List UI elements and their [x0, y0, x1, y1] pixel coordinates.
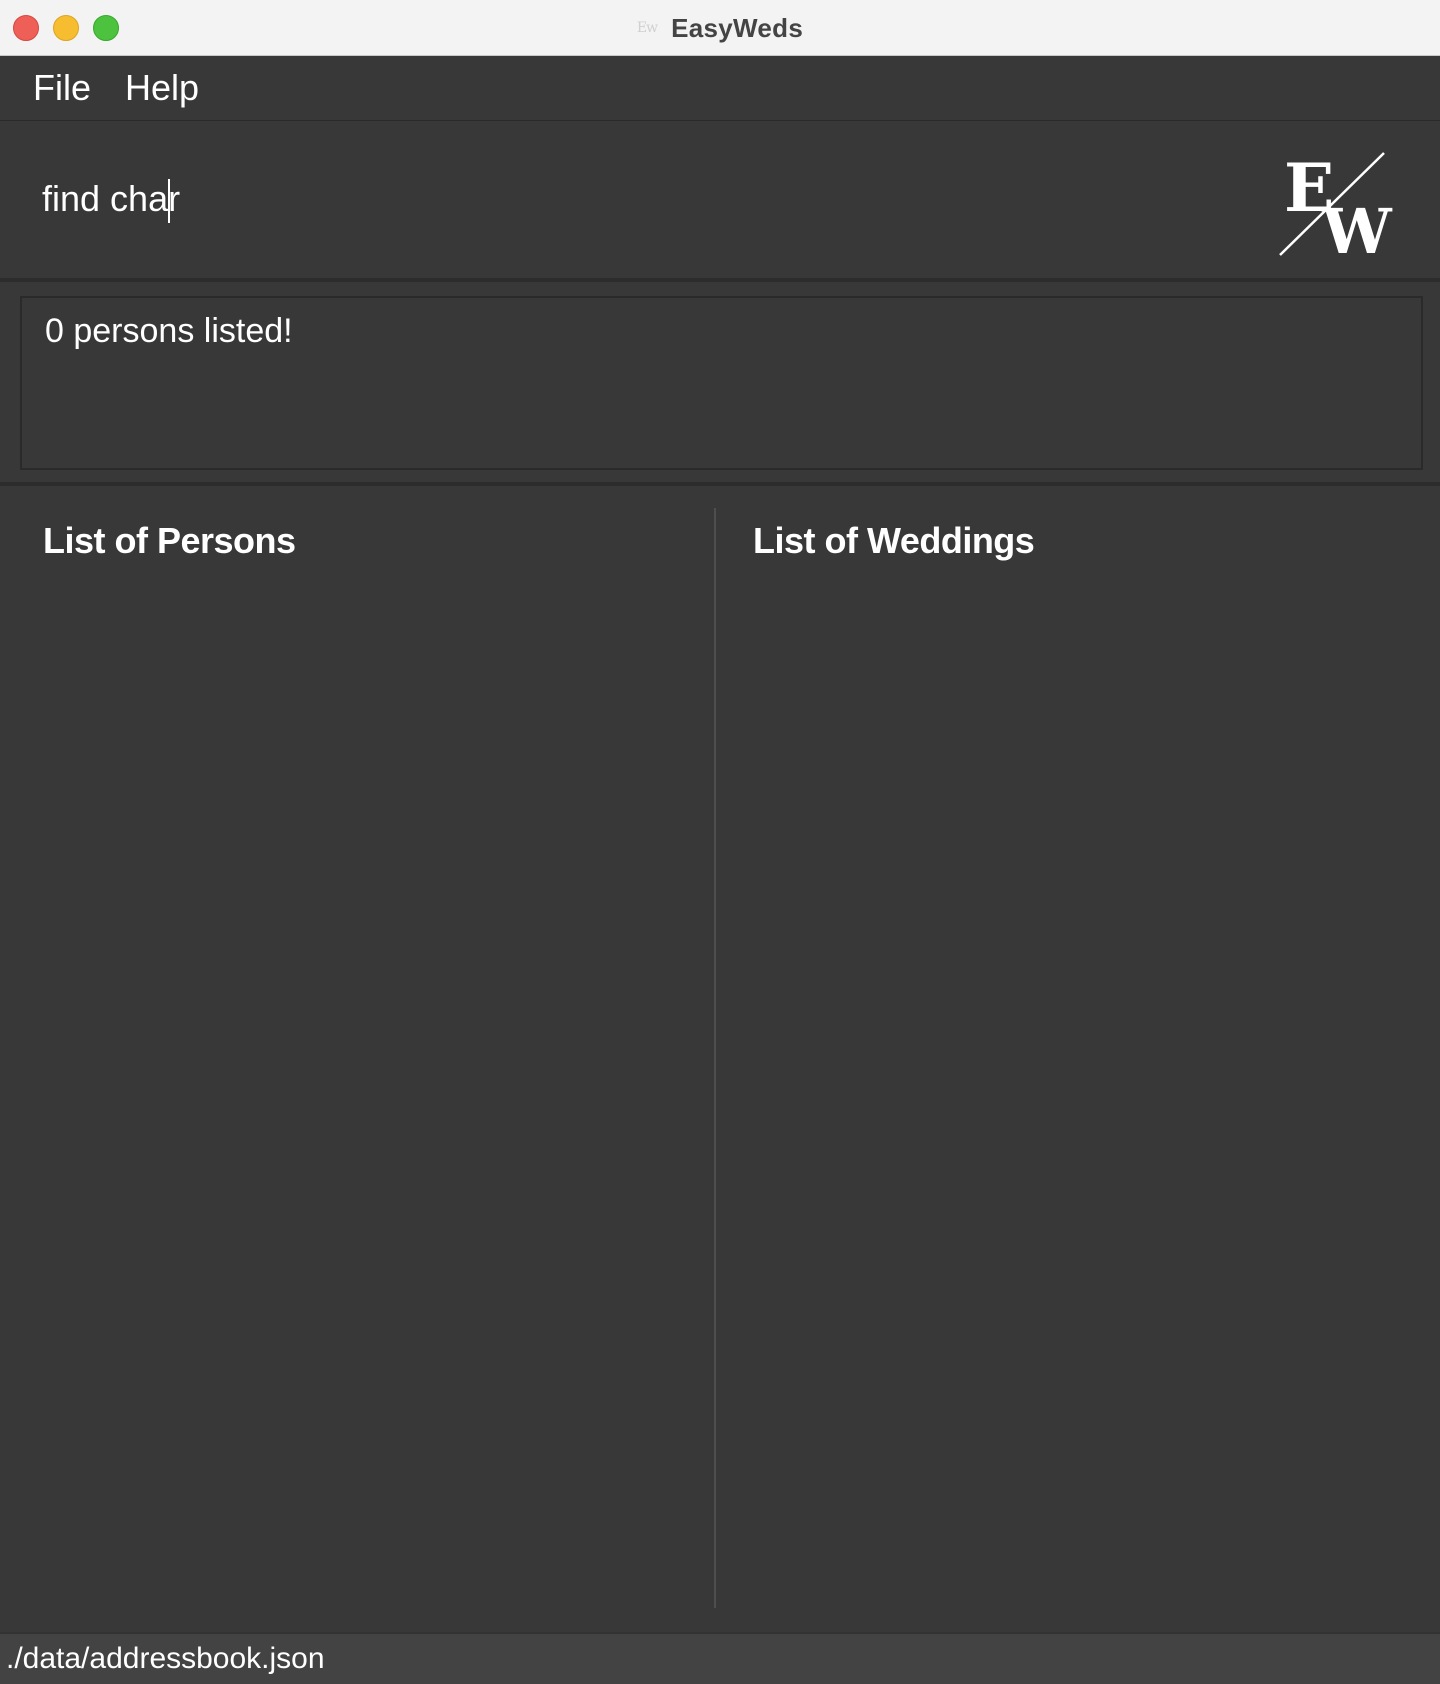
result-display: 0 persons listed! — [0, 282, 1440, 486]
command-input[interactable] — [42, 171, 1192, 227]
persons-list-panel[interactable]: List of Persons — [0, 486, 714, 1610]
status-bar: ./data/addressbook.json — [0, 1632, 1440, 1684]
persons-list-title: List of Persons — [43, 520, 296, 561]
weddings-list-title: List of Weddings — [753, 520, 1035, 561]
data-file-path: ./data/addressbook.json — [6, 1642, 325, 1675]
app-window: Ew EasyWeds File Help E W 0 persons list… — [0, 0, 1440, 1684]
easyweds-logo-icon: E W — [1279, 149, 1393, 259]
list-container: List of Persons List of Weddings — [0, 486, 1440, 1632]
text-caret — [168, 179, 170, 223]
title-group: Ew EasyWeds — [0, 0, 1440, 56]
window-title: EasyWeds — [671, 12, 804, 43]
app-icon: Ew — [636, 20, 658, 36]
title-bar: Ew EasyWeds — [0, 0, 1440, 56]
weddings-list-panel[interactable]: List of Weddings — [716, 486, 1440, 1610]
result-box[interactable]: 0 persons listed! — [20, 296, 1423, 470]
command-box: E W — [0, 121, 1440, 282]
menu-file[interactable]: File — [33, 66, 91, 110]
result-message: 0 persons listed! — [45, 312, 293, 350]
menu-help[interactable]: Help — [125, 66, 199, 110]
menu-bar: File Help — [0, 56, 1440, 121]
